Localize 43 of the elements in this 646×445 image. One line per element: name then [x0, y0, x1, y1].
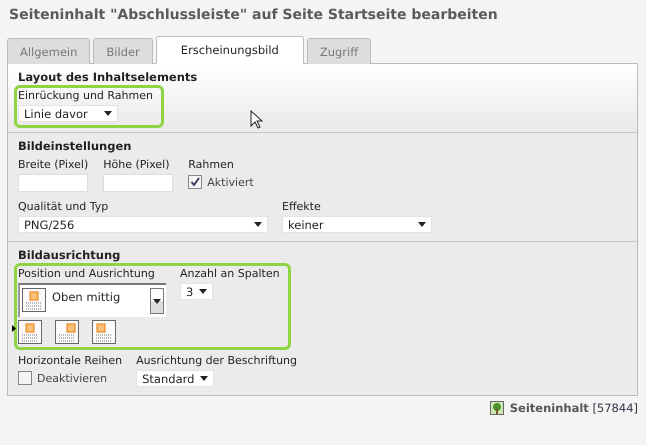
layout-option[interactable]	[12, 320, 42, 344]
dropdown[interactable]: Linie davor	[18, 105, 118, 122]
checkbox-label: Deaktivieren	[37, 372, 108, 384]
mouse-cursor-icon	[250, 110, 263, 129]
field-label: Höhe (Pixel)	[103, 158, 171, 171]
caret-icon	[200, 376, 208, 381]
section-heading: Bildausrichtung	[18, 248, 122, 262]
record-id: [57844]	[592, 401, 638, 415]
checkbox[interactable]	[18, 371, 32, 385]
tab[interactable]: Erscheinungsbild	[156, 36, 304, 64]
dropdown[interactable]: 3	[180, 283, 213, 300]
page-title: Seiteninhalt "Abschlussleiste" auf Seite Startseite bearbeiten	[9, 6, 499, 24]
field-label: Rahmen	[188, 158, 235, 171]
caret-icon	[418, 222, 426, 227]
content-element-icon	[490, 401, 504, 415]
field-label: Anzahl an Spalten	[180, 267, 280, 280]
caret-icon	[104, 111, 112, 116]
dropdown[interactable]: Standard	[136, 370, 214, 387]
dropdown[interactable]: keiner	[282, 216, 432, 233]
field-label: Ausrichtung der Beschriftung	[136, 354, 298, 367]
field-label: Einrückung und Rahmen	[18, 89, 153, 102]
footer-label: Seiteninhalt	[510, 401, 589, 415]
selection-marker-icon	[12, 325, 16, 332]
checkbox-label: Aktiviert	[207, 176, 254, 188]
section-heading: Bildeinstellungen	[18, 139, 132, 153]
field-label: Effekte	[282, 200, 322, 213]
field-label: Horizontale Reihen	[18, 354, 122, 367]
caret-icon	[153, 298, 161, 304]
field-label: Breite (Pixel)	[18, 158, 88, 171]
caret-icon	[254, 222, 262, 227]
section-heading: Layout des Inhaltselements	[18, 70, 198, 84]
image-layout-icon	[18, 320, 42, 344]
dropdown[interactable]: PNG/256	[18, 216, 268, 233]
caret-icon	[199, 289, 207, 294]
image-layout-icon	[55, 320, 79, 344]
image-layout-icon	[22, 288, 46, 312]
field-label: Qualität und Typ	[18, 200, 110, 213]
icon-dropdown[interactable]: Oben mittig	[18, 283, 166, 317]
checkbox[interactable]	[188, 175, 202, 189]
input-field[interactable]	[103, 174, 174, 192]
image-layout-icon	[92, 320, 116, 344]
input-field[interactable]	[18, 174, 88, 192]
field-label: Position und Ausrichtung	[18, 267, 156, 280]
